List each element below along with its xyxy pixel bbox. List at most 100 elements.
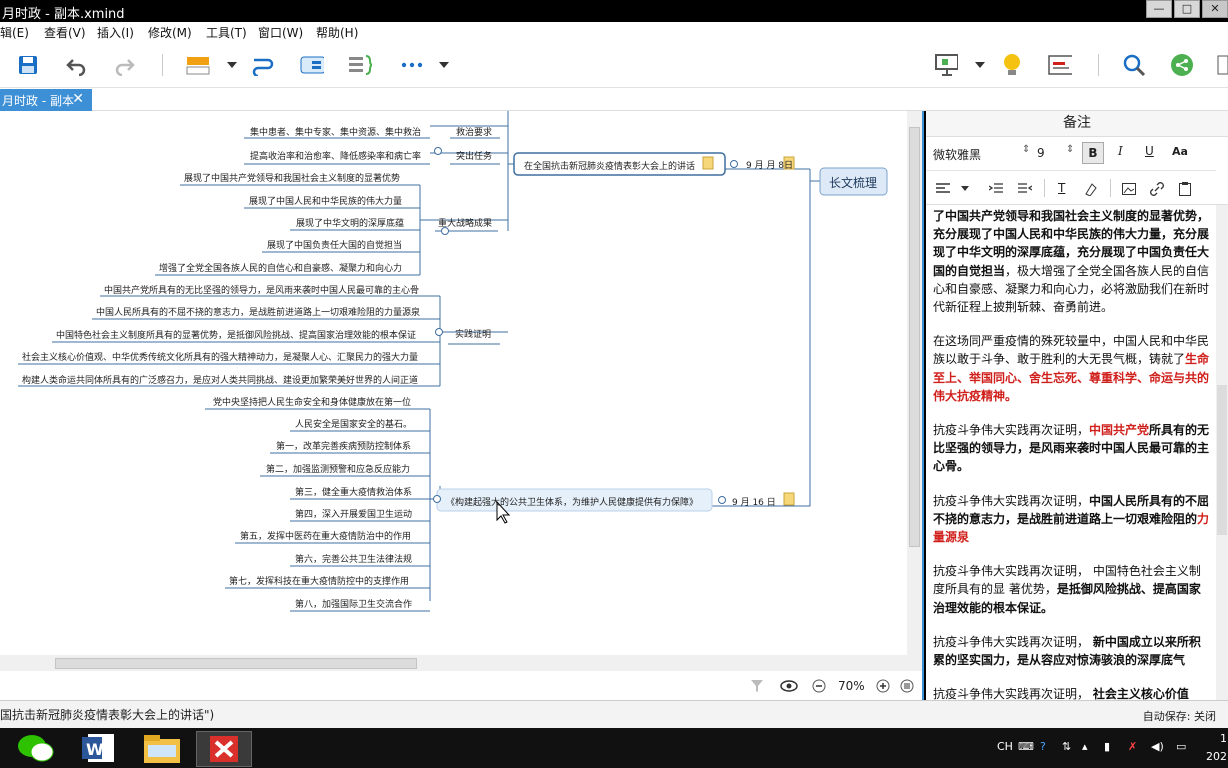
clock-date[interactable]: 202: [1206, 750, 1227, 763]
stepper-icon[interactable]: ⇕: [1022, 144, 1030, 155]
align-left-icon[interactable]: [936, 183, 950, 195]
clear-format-icon[interactable]: T: [1058, 181, 1065, 195]
presentation-icon[interactable]: [934, 53, 958, 77]
autosave-status[interactable]: 自动保存: 关闭: [1143, 708, 1216, 724]
list-item[interactable]: 中国共产党所具有的无比坚强的领导力，是风雨来袭时中国人民最可靠的主心骨: [104, 283, 419, 296]
menu-modify[interactable]: 修改(M): [148, 24, 192, 41]
italic-button[interactable]: I: [1118, 144, 1123, 158]
list-item[interactable]: 展现了中国负责任大国的自觉担当: [267, 238, 402, 251]
menu-tools[interactable]: 工具(T): [206, 24, 247, 41]
list-item[interactable]: 第三，健全重大疫情救治体系: [295, 485, 412, 498]
outdent-icon[interactable]: [1018, 183, 1032, 195]
list-item[interactable]: 中国特色社会主义制度所具有的显著优势，是抵御风险挑战、提高国家治理效能的根本保证: [56, 328, 416, 341]
topic-dropdown-icon[interactable]: [220, 53, 244, 77]
help-icon[interactable]: ?: [1040, 740, 1046, 753]
zoom-in-icon[interactable]: [876, 679, 890, 693]
save-icon[interactable]: [16, 53, 40, 77]
tray-app-icon[interactable]: ▮: [1104, 740, 1110, 753]
zoom-out-icon[interactable]: [812, 679, 826, 693]
share-icon[interactable]: [1170, 53, 1194, 77]
list-item[interactable]: 展现了中华文明的深厚底蕴: [296, 216, 404, 229]
maximize-button[interactable]: □: [1174, 0, 1200, 18]
scroll-thumb[interactable]: [55, 658, 417, 669]
list-item[interactable]: 第八，加强国际卫生交流合作: [295, 597, 412, 610]
branch-topic[interactable]: 《构建起强大的公共卫生体系，为维护人民健康提供有力保障》: [446, 495, 698, 508]
minimize-button[interactable]: —: [1146, 0, 1172, 18]
indent-icon[interactable]: [989, 183, 1003, 195]
font-select[interactable]: 微软雅黑: [933, 146, 981, 163]
topic-icon[interactable]: [186, 53, 210, 77]
network-icon[interactable]: ▭: [1176, 740, 1186, 753]
list-item[interactable]: 构建人类命运共同体所具有的广泛感召力，是应对人类共同挑战、建设更加繁荣美好世界的…: [22, 373, 418, 386]
summary-icon[interactable]: [348, 53, 372, 77]
note-icon[interactable]: [783, 492, 795, 506]
idea-icon[interactable]: [1000, 53, 1024, 77]
size-select[interactable]: 9: [1037, 146, 1045, 160]
search-icon[interactable]: [1122, 53, 1146, 77]
eye-icon[interactable]: [780, 679, 798, 693]
link-icon[interactable]: [1150, 182, 1164, 196]
tray-arrows-icon[interactable]: ⇅: [1062, 740, 1071, 753]
menu-window[interactable]: 窗口(W): [258, 24, 303, 41]
root-topic[interactable]: 长文梳理: [829, 174, 877, 191]
clock-time[interactable]: 1: [1220, 732, 1227, 745]
menu-edit[interactable]: 辑(E): [0, 24, 29, 41]
boundary-icon[interactable]: [300, 53, 324, 77]
list-item[interactable]: 第二，加强监测预警和应急反应能力: [266, 462, 410, 475]
list-item[interactable]: 第一，改革完善疾病预防控制体系: [276, 439, 411, 452]
stepper-icon[interactable]: ⇕: [1066, 144, 1074, 155]
list-item[interactable]: 党中央坚持把人民生命安全和身体健康放在第一位: [213, 395, 411, 408]
list-item[interactable]: 第五，发挥中医药在重大疫情防治中的作用: [240, 529, 411, 542]
clipboard-icon[interactable]: [1179, 182, 1191, 196]
tray-expand-icon[interactable]: ▴: [1082, 740, 1088, 753]
list-item[interactable]: 第四，深入开展爱国卫生运动: [295, 507, 412, 520]
tab-document[interactable]: 月时政 - 副本 ✕: [0, 89, 92, 111]
list-item[interactable]: 社会主义核心价值观、中华优秀传统文化所具有的强大精神动力，是凝聚人心、汇聚民力的…: [22, 350, 418, 363]
more-dropdown-icon[interactable]: [432, 53, 456, 77]
notes-icon[interactable]: [1048, 53, 1072, 77]
notes-body[interactable]: 了中国共产党领导和我国社会主义制度的显著优势，充分展现了中国人民和中华民族的伟大…: [933, 207, 1211, 738]
close-icon[interactable]: ✕: [72, 91, 84, 107]
menu-icon[interactable]: [900, 679, 914, 693]
list-item[interactable]: 提高收治率和治愈率、降低感染率和病亡率: [250, 149, 421, 162]
filter-icon[interactable]: [750, 679, 764, 693]
horizontal-scrollbar[interactable]: [0, 655, 907, 671]
menu-help[interactable]: 帮助(H): [316, 24, 358, 41]
group-label[interactable]: 突出任务: [456, 149, 492, 162]
list-item[interactable]: 第七，发挥科技在重大疫情防控中的支撑作用: [229, 574, 409, 587]
relationship-icon[interactable]: [252, 53, 276, 77]
word-icon[interactable]: W: [80, 731, 136, 767]
keyboard-icon[interactable]: ⌨: [1018, 740, 1034, 753]
mindmap-canvas[interactable]: 长文梳理 在全国抗击新冠肺炎疫情表彰大会上的讲话 9 月 月 8日 救治要求 集…: [0, 111, 924, 700]
list-item[interactable]: 集中患者、集中专家、集中资源、集中救治: [250, 125, 421, 138]
group-label[interactable]: 实践证明: [455, 327, 491, 340]
group-label[interactable]: 重大战略成果: [438, 216, 492, 229]
xmind-icon[interactable]: [196, 731, 252, 767]
highlight-icon[interactable]: [1084, 182, 1098, 196]
vertical-scrollbar[interactable]: [907, 111, 922, 671]
text-case-button[interactable]: Aa: [1172, 145, 1188, 158]
branch-topic[interactable]: 在全国抗击新冠肺炎疫情表彰大会上的讲话: [524, 159, 695, 172]
note-icon[interactable]: [702, 156, 714, 170]
notes-scrollbar[interactable]: [1216, 205, 1228, 700]
list-item[interactable]: 第六，完善公共卫生法律法规: [295, 552, 412, 565]
wechat-icon[interactable]: [14, 731, 70, 767]
presentation-dropdown-icon[interactable]: [968, 53, 992, 77]
menu-insert[interactable]: 插入(I): [97, 24, 134, 41]
list-item[interactable]: 展现了中国共产党领导和我国社会主义制度的显著优势: [184, 171, 400, 184]
underline-button[interactable]: U: [1145, 144, 1154, 158]
panel-toggle-icon[interactable]: [1216, 53, 1228, 77]
list-item[interactable]: 增强了全党全国各族人民的自信心和自豪感、凝聚力和向心力: [159, 261, 402, 274]
close-button[interactable]: ✕: [1202, 0, 1228, 18]
menu-view[interactable]: 查看(V): [44, 24, 86, 41]
scroll-thumb[interactable]: [909, 127, 920, 547]
group-label[interactable]: 救治要求: [456, 125, 492, 138]
list-item[interactable]: 人民安全是国家安全的基石。: [295, 417, 412, 430]
language-indicator[interactable]: CH: [997, 740, 1013, 753]
image-icon[interactable]: [1122, 183, 1136, 195]
tray-alert-icon[interactable]: ✗: [1128, 740, 1137, 753]
redo-icon[interactable]: [113, 53, 137, 77]
list-item[interactable]: 中国人民所具有的不屈不挠的意志力，是战胜前进道路上一切艰难险阻的力量源泉: [96, 305, 420, 318]
undo-icon[interactable]: [64, 53, 88, 77]
explorer-icon[interactable]: [140, 731, 196, 767]
